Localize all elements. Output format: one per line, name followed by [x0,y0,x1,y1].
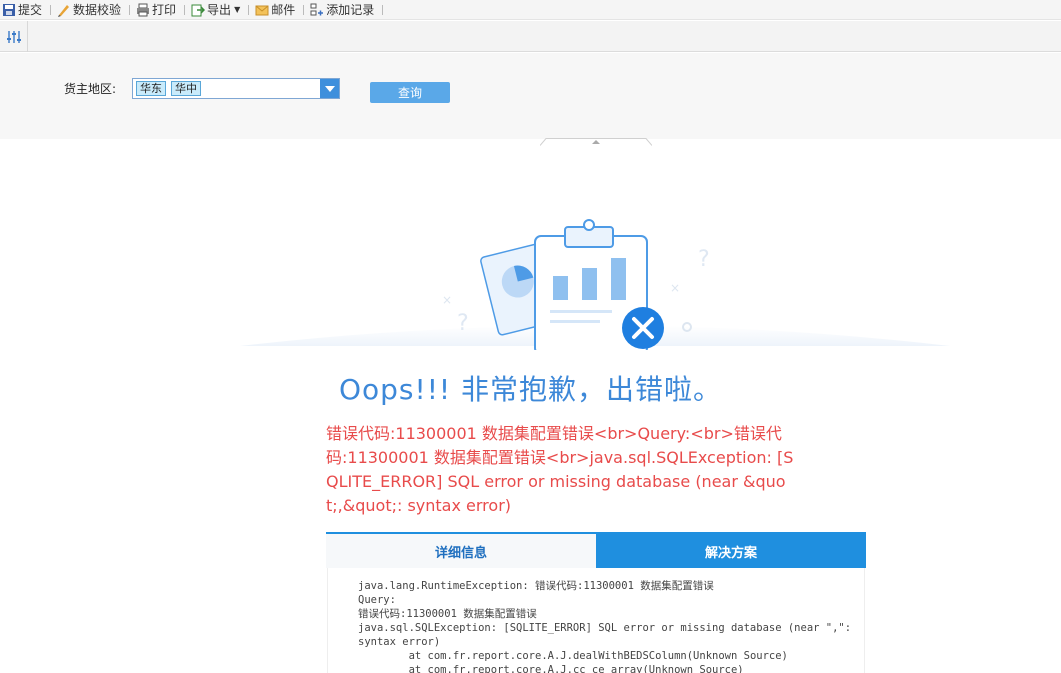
tab-details[interactable]: 详细信息 [326,534,596,568]
export-icon [191,3,206,17]
mail-label: 邮件 [271,3,296,17]
stacktrace-line: at com.fr.report.core.A.J.dealWithBEDSCo… [358,650,788,662]
error-title: Oops!!! 非常抱歉，出错啦。 [338,373,723,406]
error-tabs: 详细信息 解决方案 [326,532,866,568]
selected-tag[interactable]: 华中 [171,81,201,96]
chevron-down-icon: ▼ [234,5,241,14]
stacktrace-line: Query: [358,594,396,606]
parameter-toolbar [0,21,1061,52]
parameter-settings-button[interactable] [0,21,28,52]
error-message: 错误代码:11300001 数据集配置错误<br>Query:<br>错误代码:… [326,424,794,515]
selected-tag[interactable]: 华东 [136,81,166,96]
chevron-down-icon [324,85,335,92]
toolbar-divider [184,4,186,15]
export-button[interactable]: 导出 ▼ [189,1,244,19]
print-button[interactable]: 打印 [134,1,180,19]
submit-icon [2,3,16,17]
toolbar-divider [303,4,305,15]
stacktrace-line: at com.fr.report.core.A.J.cc_ce_array(Un… [358,664,744,673]
stacktrace-line: java.lang.RuntimeException: 错误代码:1130000… [358,580,714,592]
error-illustration: ? ? × × [240,210,950,355]
pencil-icon [57,3,71,17]
export-label: 导出 [207,3,232,17]
submit-button[interactable]: 提交 [0,1,46,19]
validate-label: 数据校验 [73,3,122,17]
region-label: 货主地区: [64,82,117,96]
mail-icon [255,3,269,17]
stacktrace-line: java.sql.SQLException: [SQLITE_ERROR] SQ… [358,622,852,634]
toolbar-divider [129,4,131,15]
submit-label: 提交 [18,3,43,17]
toolbar-divider [50,4,52,15]
error-detail-panel[interactable]: java.lang.RuntimeException: 错误代码:1130000… [327,568,865,673]
svg-text:×: × [442,293,452,307]
svg-text:?: ? [457,311,469,336]
stacktrace-line: 错误代码:11300001 数据集配置错误 [358,608,537,620]
collapse-panel-button[interactable] [539,131,653,146]
add-record-icon [310,3,324,17]
tab-solution[interactable]: 解决方案 [596,534,866,568]
svg-text:×: × [670,281,680,295]
toolbar-divider [382,4,384,15]
svg-text:?: ? [698,247,710,272]
toolbar: 提交 数据校验 打印 导出 ▼ 邮件 添加记录 [0,0,1061,20]
mail-button[interactable]: 邮件 [253,1,299,19]
dropdown-button[interactable] [320,79,339,98]
region-multiselect[interactable]: 华东 华中 [132,78,340,99]
print-label: 打印 [152,3,177,17]
add-record-label: 添加记录 [326,3,375,17]
query-button[interactable]: 查询 [370,82,450,103]
add-record-button[interactable]: 添加记录 [308,1,378,19]
validate-button[interactable]: 数据校验 [55,1,125,19]
stacktrace-line: syntax error) [358,636,441,648]
toolbar-divider [248,4,250,15]
printer-icon [136,3,150,17]
sliders-icon [6,30,21,43]
